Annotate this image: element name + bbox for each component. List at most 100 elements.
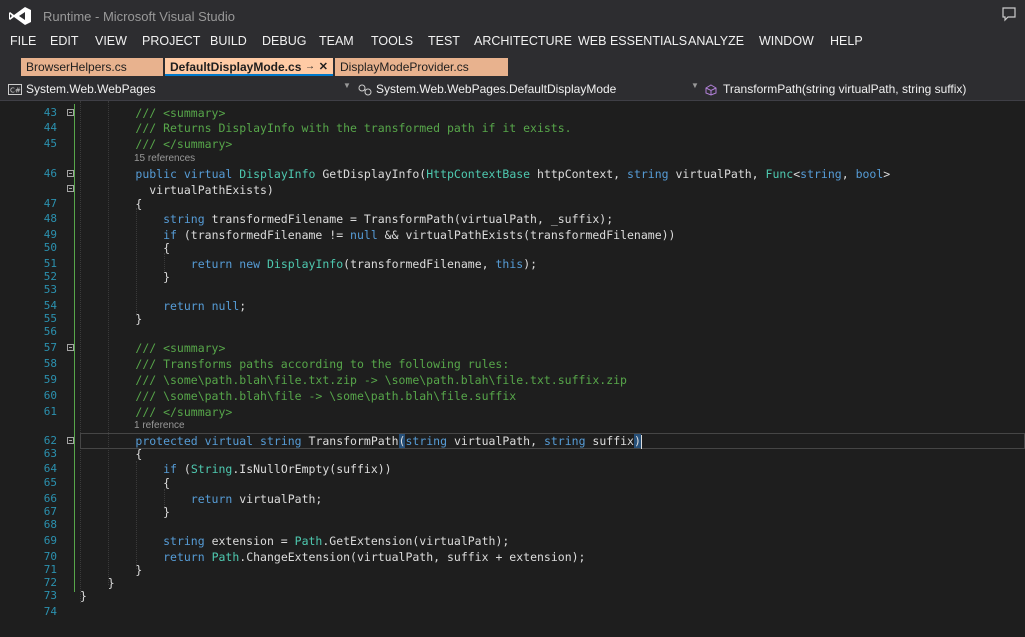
chevron-down-icon[interactable]: ▼	[343, 81, 351, 90]
code-line[interactable]: 44 /// Returns DisplayInfo with the tran…	[0, 120, 1025, 136]
line-number: 45	[43, 137, 57, 150]
code-line[interactable]: 73}	[0, 588, 1025, 604]
class-icon	[358, 84, 372, 96]
line-number: 61	[43, 405, 57, 418]
tab-displaymodeprovider[interactable]: DisplayModeProvider.cs	[335, 58, 508, 76]
menu-bar: FILE EDIT VIEW PROJECT BUILD DEBUG TEAM …	[0, 32, 1025, 54]
tab-browserhelpers[interactable]: BrowserHelpers.cs	[21, 58, 163, 76]
code-line[interactable]: 61 /// </summary>	[0, 404, 1025, 420]
code-text: string extension = Path.GetExtension(vir…	[163, 534, 510, 548]
menu-debug[interactable]: DEBUG	[262, 34, 306, 48]
code-line[interactable]: 48 string transformedFilename = Transfor…	[0, 211, 1025, 227]
menu-build[interactable]: BUILD	[210, 34, 247, 48]
code-text: {	[80, 476, 171, 490]
close-icon[interactable]: ✕	[319, 58, 328, 76]
line-number: 63	[43, 447, 57, 460]
code-line[interactable]: 63 {	[0, 446, 1025, 462]
menu-team[interactable]: TEAM	[319, 34, 354, 48]
code-text: /// \some\path.blah\file.txt.zip -> \som…	[135, 373, 627, 387]
code-text: /// </summary>	[135, 405, 233, 419]
code-text: /// </summary>	[135, 137, 233, 151]
type-dropdown-label: System.Web.WebPages.DefaultDisplayMode	[376, 82, 617, 96]
code-line[interactable]: 45 /// </summary>	[0, 136, 1025, 152]
menu-analyze[interactable]: ANALYZE	[688, 34, 744, 48]
line-number: 53	[43, 283, 57, 296]
menu-tools[interactable]: TOOLS	[371, 34, 413, 48]
code-text: }	[80, 589, 87, 603]
menu-architecture[interactable]: ARCHITECTURE	[474, 34, 572, 48]
svg-text:C#: C#	[10, 87, 21, 95]
line-number: 65	[43, 476, 57, 489]
code-line[interactable]: 56	[0, 324, 1025, 340]
tab-label: DefaultDisplayMode.cs	[170, 60, 302, 74]
line-number: 46	[43, 167, 57, 180]
pin-icon[interactable]: →	[305, 58, 315, 76]
visual-studio-logo-icon	[9, 7, 31, 25]
code-line[interactable]: 74	[0, 604, 1025, 620]
tab-label: DisplayModeProvider.cs	[340, 60, 469, 74]
code-line[interactable]: 57 /// <summary>	[0, 340, 1025, 356]
code-editor[interactable]: 15 references 1 reference 43 /// <summar…	[0, 101, 1025, 637]
code-text: /// <summary>	[135, 341, 226, 355]
line-number: 68	[43, 518, 57, 531]
line-number: 50	[43, 241, 57, 254]
title-bar: Runtime - Microsoft Visual Studio	[0, 0, 1025, 32]
menu-window[interactable]: WINDOW	[759, 34, 814, 48]
menu-web-essentials[interactable]: WEB ESSENTIALS	[578, 34, 687, 48]
line-number: 59	[43, 373, 57, 386]
menu-test[interactable]: TEST	[428, 34, 460, 48]
collapse-icon[interactable]	[67, 437, 74, 444]
type-dropdown[interactable]: System.Web.WebPages.DefaultDisplayMode	[358, 80, 698, 98]
code-line[interactable]: 47 {	[0, 196, 1025, 212]
line-number: 47	[43, 197, 57, 210]
menu-help[interactable]: HELP	[830, 34, 863, 48]
code-text: /// \some\path.blah\file -> \some\path.b…	[135, 389, 517, 403]
line-number: 44	[43, 121, 57, 134]
code-line[interactable]: 53	[0, 282, 1025, 298]
codelens-references[interactable]: 1 reference	[134, 421, 185, 431]
tab-defaultdisplaymode[interactable]: DefaultDisplayMode.cs → ✕	[165, 58, 333, 76]
line-number: 69	[43, 534, 57, 547]
line-number: 48	[43, 212, 57, 225]
menu-edit[interactable]: EDIT	[50, 34, 78, 48]
line-number: 57	[43, 341, 57, 354]
code-line[interactable]: 43 /// <summary>	[0, 105, 1025, 121]
code-text: string transformedFilename = TransformPa…	[163, 212, 614, 226]
code-text: {	[80, 241, 171, 255]
window-title: Runtime - Microsoft Visual Studio	[43, 9, 235, 24]
code-line[interactable]: 58 /// Transforms paths according to the…	[0, 356, 1025, 372]
csharp-project-icon: C#	[8, 84, 22, 96]
feedback-icon[interactable]	[1001, 6, 1017, 22]
line-number: 60	[43, 389, 57, 402]
method-icon	[705, 84, 717, 96]
line-number: 73	[43, 589, 57, 602]
menu-view[interactable]: VIEW	[95, 34, 127, 48]
code-line[interactable]: 46 public virtual DisplayInfo GetDisplay…	[0, 166, 1025, 192]
chevron-down-icon[interactable]: ▼	[691, 81, 699, 90]
project-dropdown-label: System.Web.WebPages	[26, 82, 156, 96]
collapse-icon[interactable]	[67, 344, 74, 351]
code-text: {	[80, 197, 143, 211]
codelens-references[interactable]: 15 references	[134, 154, 195, 164]
collapse-icon[interactable]	[67, 109, 74, 116]
project-dropdown[interactable]: C# System.Web.WebPages	[8, 80, 353, 98]
navigation-bar: C# System.Web.WebPages ▼ System.Web.WebPa…	[0, 78, 1025, 101]
code-text: public virtual DisplayInfo GetDisplayInf…	[135, 167, 891, 181]
code-text: /// Transforms paths according to the fo…	[135, 357, 510, 371]
line-number: 43	[43, 106, 57, 119]
code-text: /// <summary>	[135, 106, 226, 120]
code-line[interactable]: 60 /// \some\path.blah\file -> \some\pat…	[0, 388, 1025, 404]
code-line[interactable]: 69 string extension = Path.GetExtension(…	[0, 533, 1025, 549]
code-line[interactable]: 68	[0, 517, 1025, 533]
line-number: 74	[43, 605, 57, 618]
menu-project[interactable]: PROJECT	[142, 34, 200, 48]
member-dropdown[interactable]: TransformPath(string virtualPath, string…	[705, 80, 1015, 98]
collapse-icon[interactable]	[67, 170, 74, 177]
code-line[interactable]: 50 {	[0, 240, 1025, 256]
code-line[interactable]: 59 /// \some\path.blah\file.txt.zip -> \…	[0, 372, 1025, 388]
member-dropdown-label: TransformPath(string virtualPath, string…	[723, 82, 967, 96]
menu-file[interactable]: FILE	[10, 34, 36, 48]
line-number: 56	[43, 325, 57, 338]
tab-label: BrowserHelpers.cs	[26, 60, 127, 74]
code-line[interactable]: 65 {	[0, 475, 1025, 491]
